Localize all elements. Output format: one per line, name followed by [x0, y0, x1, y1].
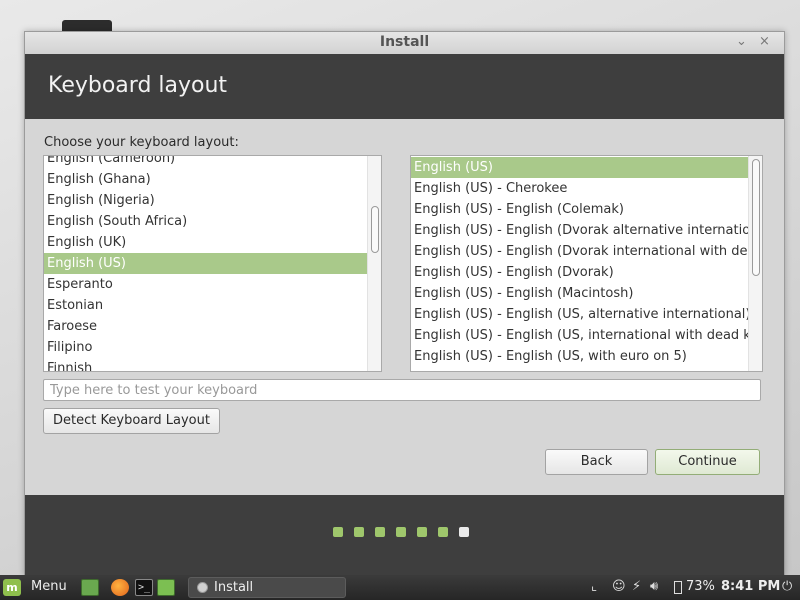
- firefox-icon[interactable]: [111, 579, 129, 596]
- layout-list[interactable]: English (Cameroon) English (Ghana) English…: [43, 155, 382, 372]
- progress-dot: [375, 527, 385, 537]
- variant-list-items: English (US) English (US) - Cherokee Engli…: [411, 157, 748, 367]
- page-title: Keyboard layout: [48, 73, 228, 98]
- back-button[interactable]: Back: [545, 449, 648, 475]
- clock[interactable]: 8:41 PM: [721, 579, 780, 594]
- layout-list-item[interactable]: English (UK): [44, 232, 367, 253]
- layout-list-item[interactable]: English (Cameroon): [44, 156, 367, 169]
- scrollbar-thumb[interactable]: [371, 206, 379, 253]
- taskbar-item-install[interactable]: Install: [188, 577, 346, 598]
- layout-list-item[interactable]: English (Nigeria): [44, 190, 367, 211]
- layout-list-item[interactable]: Estonian: [44, 295, 367, 316]
- variant-list[interactable]: English (US) English (US) - Cherokee Engli…: [410, 155, 763, 372]
- variant-list-item[interactable]: English (US) - Cherokee: [411, 178, 748, 199]
- continue-button[interactable]: Continue: [655, 449, 760, 475]
- layout-list-item[interactable]: Filipino: [44, 337, 367, 358]
- disc-icon: [197, 582, 208, 593]
- variant-list-item[interactable]: English (US) - English (Colemak): [411, 199, 748, 220]
- network-icon[interactable]: ⚡: [632, 579, 641, 594]
- progress-dot: [438, 527, 448, 537]
- battery-percent: 73%: [686, 579, 715, 594]
- window-title: Install: [379, 34, 430, 50]
- volume-icon[interactable]: 🔊︎: [650, 579, 658, 594]
- close-icon[interactable]: ×: [759, 34, 770, 49]
- terminal-icon[interactable]: >_: [135, 579, 153, 596]
- user-icon[interactable]: ☺: [612, 579, 626, 594]
- variant-list-item[interactable]: English (US): [411, 157, 748, 178]
- title-bar[interactable]: Install ⌄ ×: [25, 32, 784, 55]
- layout-list-item[interactable]: English (US): [44, 253, 367, 274]
- layout-list-item[interactable]: Esperanto: [44, 274, 367, 295]
- layout-prompt: Choose your keyboard layout:: [44, 135, 239, 150]
- taskbar: m Menu >_ Install ⌞ ☺ ⚡ 🔊︎ 73% 8:41 PM ⏻: [0, 575, 800, 600]
- layout-list-item[interactable]: English (South Africa): [44, 211, 367, 232]
- progress-dot: [417, 527, 427, 537]
- layout-list-item[interactable]: Faroese: [44, 316, 367, 337]
- folder-icon[interactable]: [157, 579, 175, 596]
- taskbar-item-label: Install: [214, 580, 254, 595]
- page-header: Keyboard layout: [25, 54, 784, 119]
- layout-list-item[interactable]: English (Ghana): [44, 169, 367, 190]
- power-icon[interactable]: ⏻: [782, 579, 792, 594]
- detect-layout-button[interactable]: Detect Keyboard Layout: [43, 408, 220, 434]
- menu-button[interactable]: Menu: [31, 579, 67, 594]
- mint-logo-icon[interactable]: m: [3, 579, 21, 596]
- progress-footer: [25, 495, 784, 575]
- layout-list-scrollbar[interactable]: [367, 156, 381, 371]
- variant-list-scrollbar[interactable]: [748, 156, 762, 371]
- variant-list-item[interactable]: English (US) - English (US, internationa…: [411, 325, 748, 346]
- workspace-icon[interactable]: ⌞: [591, 579, 597, 594]
- main-content: Choose your keyboard layout: English (Ca…: [25, 119, 784, 495]
- progress-dot: [333, 527, 343, 537]
- variant-list-item[interactable]: English (US) - English (Dvorak): [411, 262, 748, 283]
- scrollbar-thumb[interactable]: [752, 159, 760, 276]
- variant-list-item[interactable]: English (US) - English (Dvorak internati…: [411, 241, 748, 262]
- minimize-icon[interactable]: ⌄: [736, 34, 747, 49]
- progress-dot-current: [459, 527, 469, 537]
- layout-list-items: English (Cameroon) English (Ghana) English…: [44, 156, 367, 371]
- keyboard-test-input[interactable]: [43, 379, 761, 401]
- variant-list-item[interactable]: English (US) - English (Dvorak alternati…: [411, 220, 748, 241]
- layout-list-item[interactable]: Finnish: [44, 358, 367, 371]
- progress-dot: [354, 527, 364, 537]
- files-icon[interactable]: [81, 579, 99, 596]
- installer-window: Install ⌄ × Keyboard layout Choose your …: [24, 31, 785, 576]
- variant-list-item[interactable]: English (US) - English (Macintosh): [411, 283, 748, 304]
- variant-list-item[interactable]: English (US) - English (US, alternative …: [411, 304, 748, 325]
- progress-dot: [396, 527, 406, 537]
- battery-icon[interactable]: [674, 581, 682, 594]
- variant-list-item[interactable]: English (US) - English (US, with euro on…: [411, 346, 748, 367]
- progress-dots: [333, 527, 469, 537]
